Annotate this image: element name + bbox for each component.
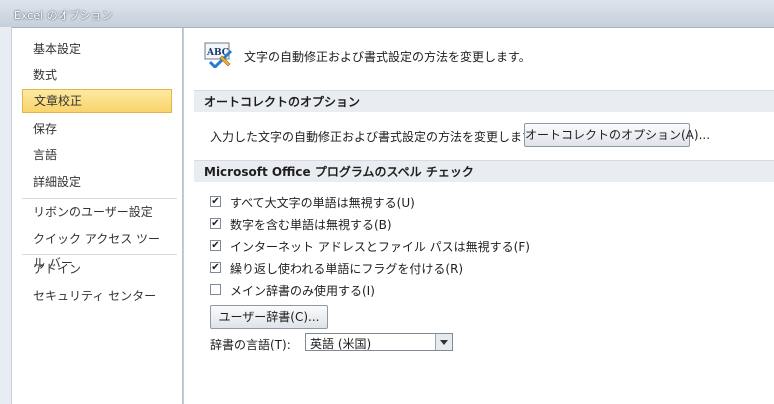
nav-item-formulas[interactable]: 数式: [22, 63, 172, 87]
options-nav: 基本設定 数式 文章校正 保存 言語 詳細設定 リボンのユーザー設定 クイック …: [12, 28, 183, 404]
autocorrect-options-button[interactable]: オートコレクトのオプション(A)...: [524, 123, 710, 147]
dictionary-language-label: 辞書の言語(T):: [210, 338, 291, 352]
nav-item-proofing[interactable]: 文章校正: [22, 89, 172, 113]
proofing-panel: ABC 文字の自動修正および書式設定の方法を変更します。 オートコレクトのオプシ…: [183, 28, 774, 404]
autocorrect-description: 入力した文字の自動修正および書式設定の方法を変更します:: [210, 130, 539, 144]
nav-item-customize-ribbon[interactable]: リボンのユーザー設定: [22, 200, 172, 224]
nav-item-quick-access-toolbar[interactable]: クイック アクセス ツール バー: [22, 227, 172, 270]
chevron-down-icon[interactable]: [435, 334, 452, 350]
nav-item-language[interactable]: 言語: [22, 143, 172, 167]
excel-options-window: Excel のオプション 基本設定 数式 文章校正 保存 言語 詳細設定 リボン…: [0, 0, 774, 404]
dictionary-language-value: 英語 (米国): [310, 337, 372, 351]
abc-check-icon: ABC: [204, 42, 233, 68]
option-label: 数字を含む単語は無視する(B): [230, 218, 392, 232]
dictionary-language-select[interactable]: 英語 (米国): [305, 333, 453, 351]
page-description: 文字の自動修正および書式設定の方法を変更します。: [244, 50, 531, 64]
title-bar: Excel のオプション: [0, 0, 774, 28]
nav-item-trust-center[interactable]: セキュリティ センター: [22, 284, 172, 308]
custom-dictionaries-button[interactable]: ユーザー辞書(C)...: [210, 305, 328, 329]
spreadsheet-edge: [0, 27, 12, 404]
nav-item-advanced[interactable]: 詳細設定: [22, 170, 172, 194]
checkbox-flag-repeated-words[interactable]: ✔: [210, 262, 221, 273]
checkbox-ignore-internet-addresses[interactable]: ✔: [210, 240, 221, 251]
nav-item-addins[interactable]: アドイン: [22, 257, 172, 281]
option-label: すべて大文字の単語は無視する(U): [230, 196, 415, 210]
checkbox-main-dictionary-only[interactable]: [210, 284, 221, 295]
spell-check-section-heading: Microsoft Office プログラムのスペル チェック: [194, 160, 774, 182]
nav-item-save[interactable]: 保存: [22, 117, 172, 141]
nav-divider: [22, 198, 177, 199]
nav-item-general[interactable]: 基本設定: [22, 37, 172, 61]
option-label: メイン辞書のみ使用する(I): [230, 284, 375, 298]
window-title: Excel のオプション: [14, 9, 113, 22]
option-label: インターネット アドレスとファイル パスは無視する(F): [230, 240, 530, 254]
checkbox-ignore-uppercase[interactable]: ✔: [210, 196, 221, 207]
checkbox-ignore-numbers[interactable]: ✔: [210, 218, 221, 229]
option-label: 繰り返し使われる単語にフラグを付ける(R): [230, 262, 464, 276]
autocorrect-section-heading: オートコレクトのオプション: [194, 90, 774, 112]
nav-divider: [22, 254, 177, 255]
